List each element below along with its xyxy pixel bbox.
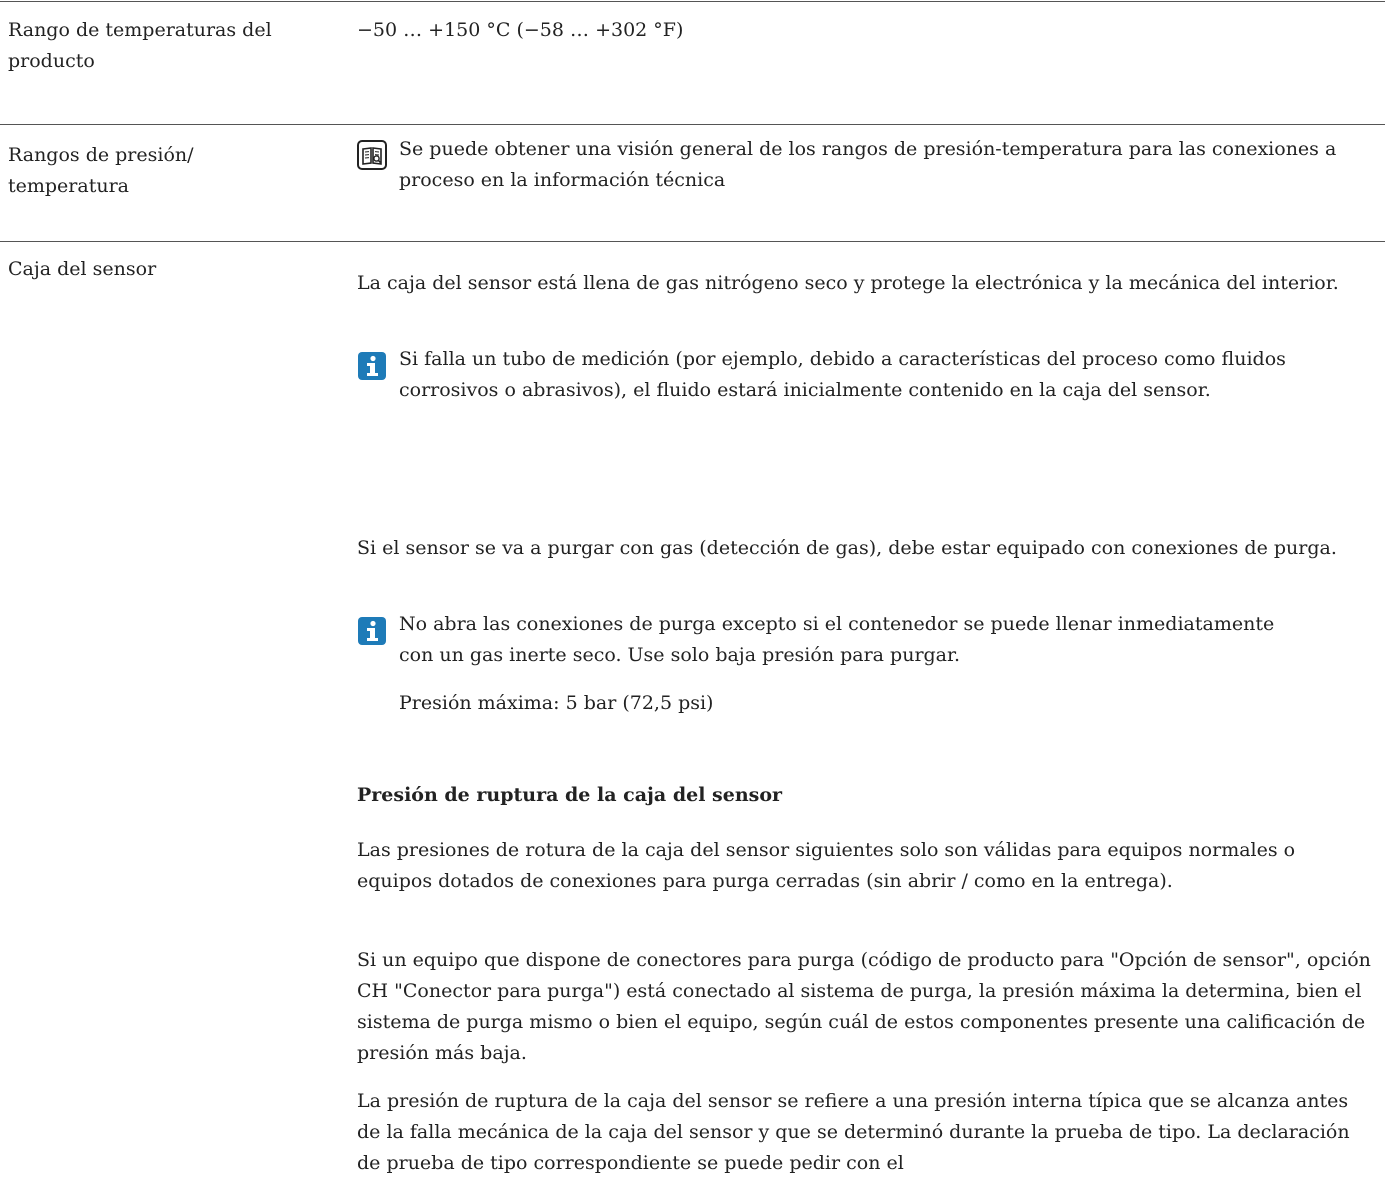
burst-pressure-heading: Presión de ruptura de la caja del sensor — [357, 784, 783, 806]
section-divider-2 — [0, 241, 1385, 242]
housing-paragraph-1: La caja del sensor está llena de gas nit… — [357, 272, 1339, 294]
book-icon — [357, 140, 387, 180]
info-note-1-text: Si falla un tubo de medición (por ejempl… — [399, 348, 1286, 401]
pressure-temperature-label: Rangos de presión/ temperatura — [8, 144, 194, 197]
sensor-housing-content: La caja del sensor está llena de gas nit… — [357, 268, 1385, 1174]
info-icon — [357, 351, 387, 391]
sensor-housing-label: Caja del sensor — [8, 258, 157, 280]
temperature-range-label: Rango de temperaturas del producto — [8, 19, 272, 72]
info-icon — [357, 616, 387, 656]
top-divider — [0, 1, 1385, 2]
section-divider-1 — [0, 124, 1385, 125]
pressure-temperature-note: Se puede obtener una visión general de l… — [357, 138, 1385, 202]
housing-paragraph-5: La presión de ruptura de la caja del sen… — [357, 1090, 1350, 1174]
housing-paragraph-3: Las presiones de rotura de la caja del s… — [357, 839, 1296, 892]
housing-paragraph-2: Si el sensor se va a purgar con gas (det… — [357, 537, 1337, 559]
info-note-2-text: No abra las conexiones de purga excepto … — [399, 613, 1275, 666]
max-pressure-text: Presión máxima: 5 bar (72,5 psi) — [399, 692, 714, 714]
temperature-range-value: −50 … +150 °C (−58 … +302 °F) — [357, 19, 684, 41]
pressure-temperature-text: Se puede obtener una visión general de l… — [399, 138, 1337, 191]
housing-paragraph-4: Si un equipo que dispone de conectores p… — [357, 949, 1371, 1064]
